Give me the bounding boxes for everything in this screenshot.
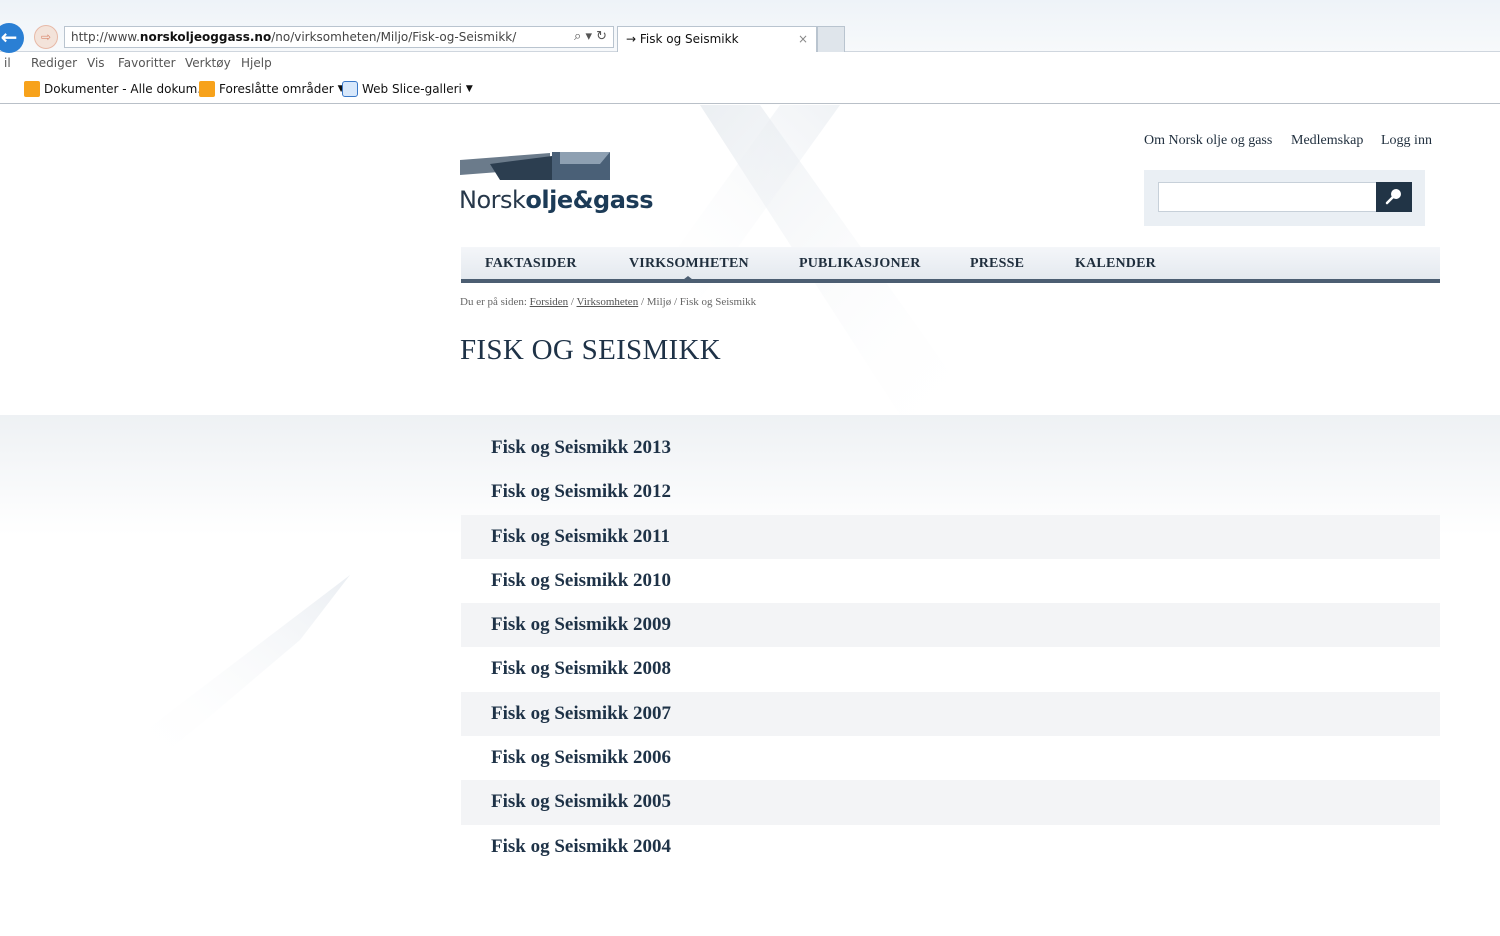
search-icon: [1385, 188, 1401, 204]
menu-item-view[interactable]: Vis: [87, 56, 105, 70]
list-item[interactable]: Fisk og Seismikk 2007: [461, 691, 1440, 737]
favorite-documents[interactable]: Dokumenter - Alle dokum...: [24, 81, 209, 97]
sharepoint-icon: [24, 81, 40, 97]
breadcrumb-prefix: Du er på siden:: [460, 296, 527, 308]
search-input[interactable]: [1158, 182, 1390, 212]
favorites-bar: Dokumenter - Alle dokum... Foreslåtte om…: [0, 78, 1500, 104]
close-icon[interactable]: ×: [798, 27, 808, 51]
active-nav-indicator: [679, 276, 697, 283]
logo-text-bold: olje&gass: [525, 186, 653, 214]
nav-item-publikasjoner[interactable]: PUBLIKASJONER: [799, 256, 921, 272]
breadcrumb-link-forsiden[interactable]: Forsiden: [530, 296, 569, 308]
favorite-label: Dokumenter - Alle dokum...: [44, 82, 209, 96]
breadcrumb: Du er på siden: Forsiden / Virksomheten …: [460, 296, 756, 308]
favorite-web-slice-gallery[interactable]: Web Slice-galleri ▼: [342, 81, 473, 97]
list-item[interactable]: Fisk og Seismikk 2008: [461, 647, 1440, 691]
address-bar[interactable]: http://www.norskoljeoggass.no/no/virksom…: [64, 26, 614, 48]
favorite-suggested-sites[interactable]: Foreslåtte områder ▼: [199, 81, 345, 97]
list-item[interactable]: Fisk og Seismikk 2006: [461, 736, 1440, 780]
search-button[interactable]: [1376, 182, 1412, 212]
link-medlemskap[interactable]: Medlemskap: [1291, 133, 1363, 149]
article-list: Fisk og Seismikk 2013 Fisk og Seismikk 2…: [461, 426, 1440, 869]
chevron-down-icon: ▼: [465, 84, 473, 94]
menu-item-file[interactable]: il: [4, 56, 11, 70]
forward-arrow-icon[interactable]: ⇨: [34, 25, 58, 49]
list-item[interactable]: Fisk og Seismikk 2004: [461, 825, 1440, 869]
favorite-label: Foreslåtte områder: [219, 82, 334, 96]
url-domain: norskoljeoggass.no: [139, 30, 272, 44]
search-refresh-icon[interactable]: ⌕ ▾ ↻: [574, 27, 607, 47]
nav-item-faktasider[interactable]: FAKTASIDER: [485, 256, 577, 272]
list-item[interactable]: Fisk og Seismikk 2013: [461, 426, 1440, 470]
menu-item-tools[interactable]: Verktøy: [185, 56, 231, 70]
url-path: /no/virksomheten/Miljo/Fisk-og-Seismikk/: [271, 30, 517, 44]
new-tab-button[interactable]: [817, 26, 845, 52]
tab-title: → Fisk og Seismikk: [626, 32, 739, 46]
main-nav: FAKTASIDER VIRKSOMHETEN PUBLIKASJONER PR…: [461, 247, 1440, 283]
url-prefix: http://www.: [71, 30, 140, 44]
breadcrumb-current: / Miljø / Fisk og Seismikk: [640, 296, 757, 308]
back-arrow-icon[interactable]: ←: [0, 23, 24, 53]
search-box: [1144, 170, 1425, 226]
menu-item-help[interactable]: Hjelp: [241, 56, 272, 70]
list-item[interactable]: Fisk og Seismikk 2012: [461, 470, 1440, 514]
browser-toolbar: ← ⇨ http://www.norskoljeoggass.no/no/vir…: [0, 0, 1500, 53]
list-item[interactable]: Fisk og Seismikk 2005: [461, 780, 1440, 825]
logo-text-regular: Norsk: [459, 186, 526, 214]
menu-item-favorites[interactable]: Favoritter: [118, 56, 176, 70]
breadcrumb-separator: /: [570, 296, 574, 308]
suggested-sites-icon: [199, 81, 215, 97]
link-om-norsk-olje-og-gass[interactable]: Om Norsk olje og gass: [1144, 133, 1272, 149]
browser-tab[interactable]: → Fisk og Seismikk ×: [617, 26, 817, 52]
list-item[interactable]: Fisk og Seismikk 2009: [461, 603, 1440, 648]
nav-item-kalender[interactable]: KALENDER: [1075, 256, 1156, 272]
ie-icon: [342, 81, 358, 97]
menu-item-edit[interactable]: Rediger: [31, 56, 77, 70]
nav-item-virksomheten[interactable]: VIRKSOMHETEN: [629, 256, 749, 272]
nav-item-presse[interactable]: PRESSE: [970, 256, 1024, 272]
list-item[interactable]: Fisk og Seismikk 2010: [461, 559, 1440, 603]
favorite-label: Web Slice-galleri: [362, 82, 462, 96]
breadcrumb-link-virksomheten[interactable]: Virksomheten: [577, 296, 639, 308]
list-item[interactable]: Fisk og Seismikk 2011: [461, 514, 1440, 559]
link-logg-inn[interactable]: Logg inn: [1381, 133, 1432, 149]
page-title: FISK OG SEISMIKK: [460, 334, 721, 366]
logo-text[interactable]: Norskolje&gass: [459, 186, 653, 214]
